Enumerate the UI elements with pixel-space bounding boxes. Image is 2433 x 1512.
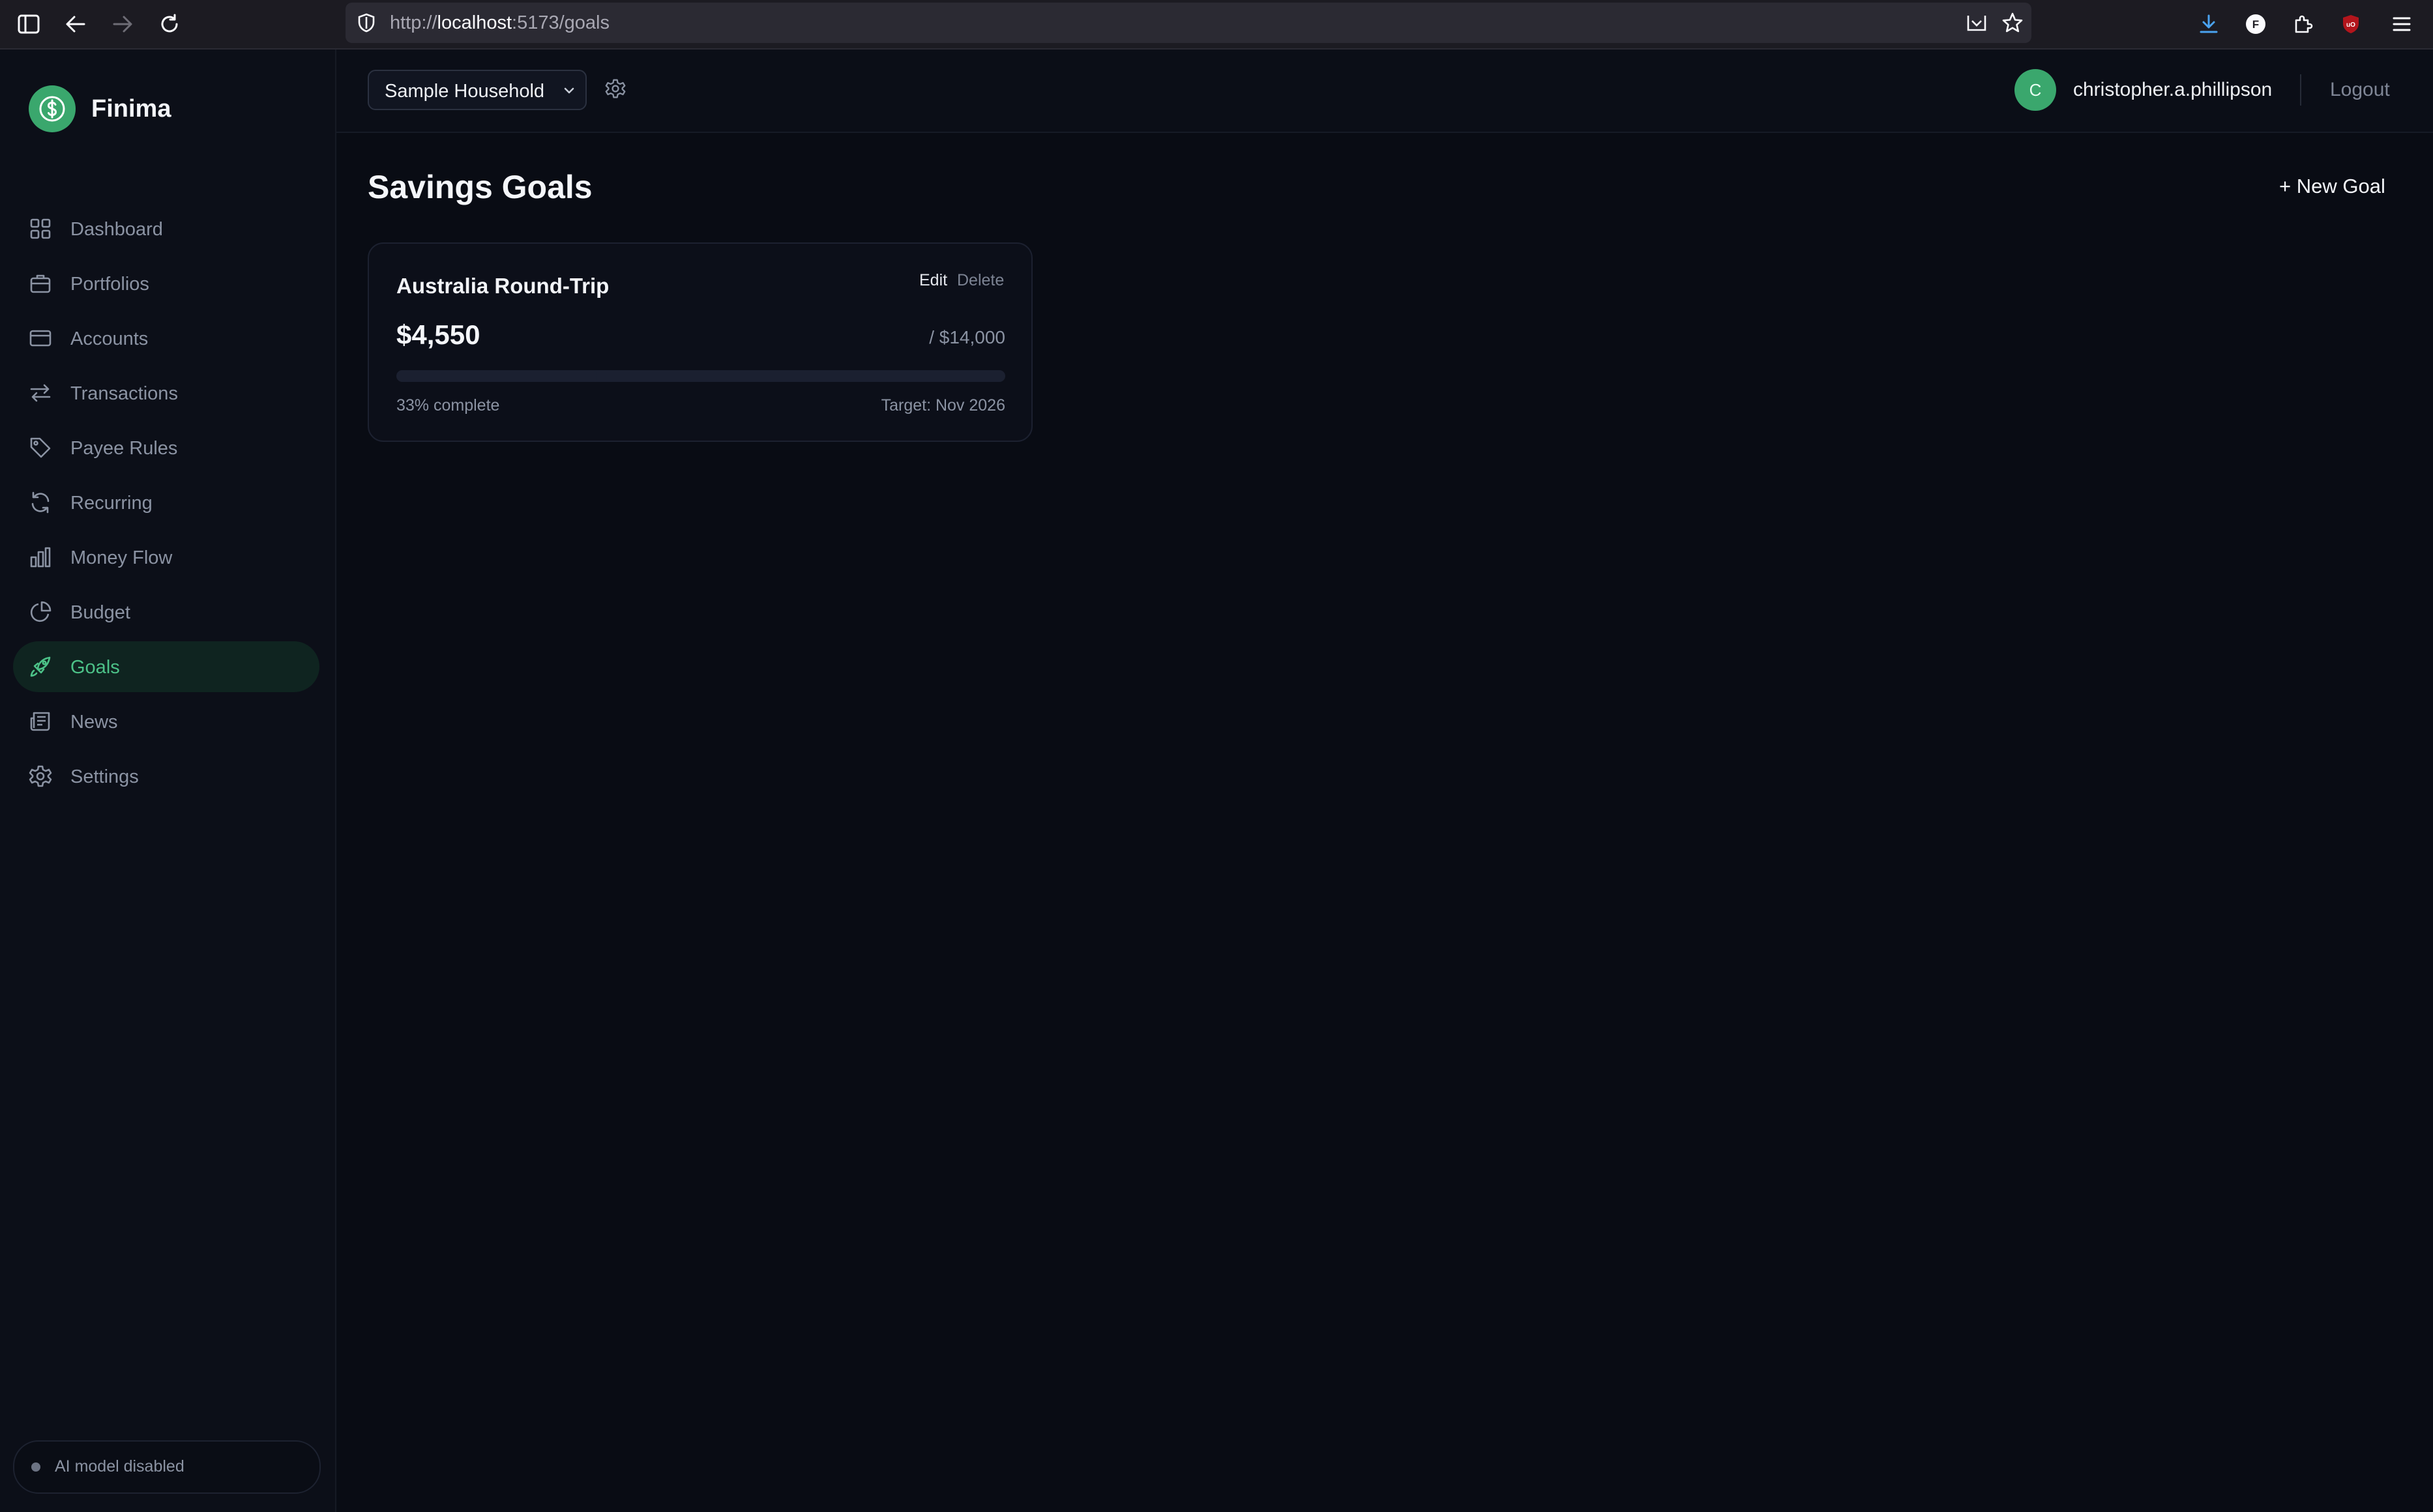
ublock-icon[interactable]: uO [2335, 8, 2367, 40]
sidebar-item-label: Accounts [70, 328, 149, 349]
url-scheme: http:// [390, 12, 437, 33]
svg-text:uO: uO [2346, 22, 2355, 29]
goal-current-amount: $4,550 [396, 319, 480, 350]
refresh-icon [29, 491, 52, 514]
tag-icon [29, 436, 52, 459]
svg-text:F: F [2252, 18, 2259, 31]
household-settings-gear-icon[interactable] [605, 78, 626, 99]
downloads-icon[interactable] [2193, 8, 2224, 40]
sidebar-item-label: Portfolios [70, 274, 149, 295]
rocket-icon [29, 655, 52, 678]
chevron-down-icon [562, 83, 576, 98]
goal-percent-complete: 33% complete [396, 396, 500, 414]
gear-icon [29, 764, 52, 788]
sidebar-item-news[interactable]: News [13, 696, 319, 747]
sidebar-item-label: Goals [70, 657, 120, 678]
ai-status-text: AI model disabled [55, 1457, 184, 1476]
shield-icon[interactable] [357, 13, 376, 33]
goal-card: Australia Round-Trip Edit Delete $4,550 … [368, 242, 1033, 442]
avatar[interactable]: C [2014, 69, 2056, 111]
credit-card-icon [29, 327, 52, 350]
brand-name: Finima [91, 95, 171, 123]
sidebar-item-payee-rules[interactable]: Payee Rules [13, 422, 319, 473]
reload-icon[interactable] [154, 8, 185, 40]
goal-progress-fill [396, 370, 598, 382]
page-title: Savings Goals [368, 169, 593, 205]
bookmark-star-icon[interactable] [2001, 12, 2024, 34]
sidebar-item-label: Dashboard [70, 219, 163, 240]
briefcase-icon [29, 272, 52, 295]
sidebar-item-label: Recurring [70, 493, 153, 514]
sidebar-item-label: Transactions [70, 383, 178, 404]
ai-status-pill: AI model disabled [13, 1440, 321, 1494]
household-selected-value: Sample Household [385, 81, 545, 102]
sidebar-item-label: Payee Rules [70, 438, 178, 459]
sidebar-item-money-flow[interactable]: Money Flow [13, 532, 319, 583]
sidebar-item-portfolios[interactable]: Portfolios [13, 258, 319, 309]
account-f-icon[interactable]: F [2240, 8, 2271, 40]
delete-goal-button[interactable]: Delete [957, 271, 1004, 290]
grid-icon [29, 217, 52, 240]
newspaper-icon [29, 710, 52, 733]
back-icon[interactable] [60, 8, 91, 40]
sidebar-item-label: Budget [70, 602, 130, 623]
url-text[interactable]: http://localhost:5173/goals [390, 12, 610, 34]
goal-target-amount: / $14,000 [929, 327, 1005, 347]
topbar-divider [2300, 74, 2301, 106]
sidebar-toggle-icon[interactable] [13, 8, 44, 40]
dollar-logo-icon [29, 85, 76, 132]
sidebar-item-recurring[interactable]: Recurring [13, 477, 319, 528]
url-host: localhost [437, 12, 512, 33]
goal-progress-bar [396, 370, 1005, 382]
sidebar-nav: Dashboard Portfolios Accounts Transactio… [13, 203, 319, 806]
forward-icon[interactable] [107, 8, 138, 40]
sidebar-item-label: News [70, 712, 118, 733]
ai-status-dot [31, 1462, 40, 1472]
topbar: Sample Household C christopher.a.phillip… [336, 50, 2433, 133]
sidebar-item-dashboard[interactable]: Dashboard [13, 203, 319, 254]
goal-name: Australia Round-Trip [396, 274, 610, 298]
sidebar-item-label: Settings [70, 766, 139, 787]
new-goal-button[interactable]: + New Goal [2279, 175, 2385, 198]
sidebar-item-budget[interactable]: Budget [13, 587, 319, 637]
sidebar-item-settings[interactable]: Settings [13, 751, 319, 802]
extensions-icon[interactable] [2287, 8, 2318, 40]
sidebar: Finima Dashboard Portfolios Accounts Tra… [0, 50, 336, 1512]
logout-button[interactable]: Logout [2330, 79, 2390, 101]
sidebar-item-label: Money Flow [70, 547, 173, 568]
browser-toolbar: http://localhost:5173/goals F uO [0, 0, 2433, 50]
bar-chart-icon [29, 545, 52, 569]
menu-icon[interactable] [2386, 8, 2417, 40]
edit-goal-button[interactable]: Edit [919, 271, 947, 290]
arrows-swap-icon [29, 381, 52, 405]
sidebar-item-transactions[interactable]: Transactions [13, 368, 319, 418]
household-select[interactable]: Sample Household [368, 70, 587, 110]
address-bar[interactable]: http://localhost:5173/goals [346, 3, 2031, 43]
goal-target-date: Target: Nov 2026 [881, 396, 1005, 414]
pie-chart-icon [29, 600, 52, 624]
url-path: :5173/goals [512, 12, 610, 33]
username: christopher.a.phillipson [2073, 79, 2273, 100]
sidebar-item-accounts[interactable]: Accounts [13, 313, 319, 364]
reader-view-icon[interactable] [1966, 13, 1987, 33]
sidebar-item-goals[interactable]: Goals [13, 641, 319, 692]
